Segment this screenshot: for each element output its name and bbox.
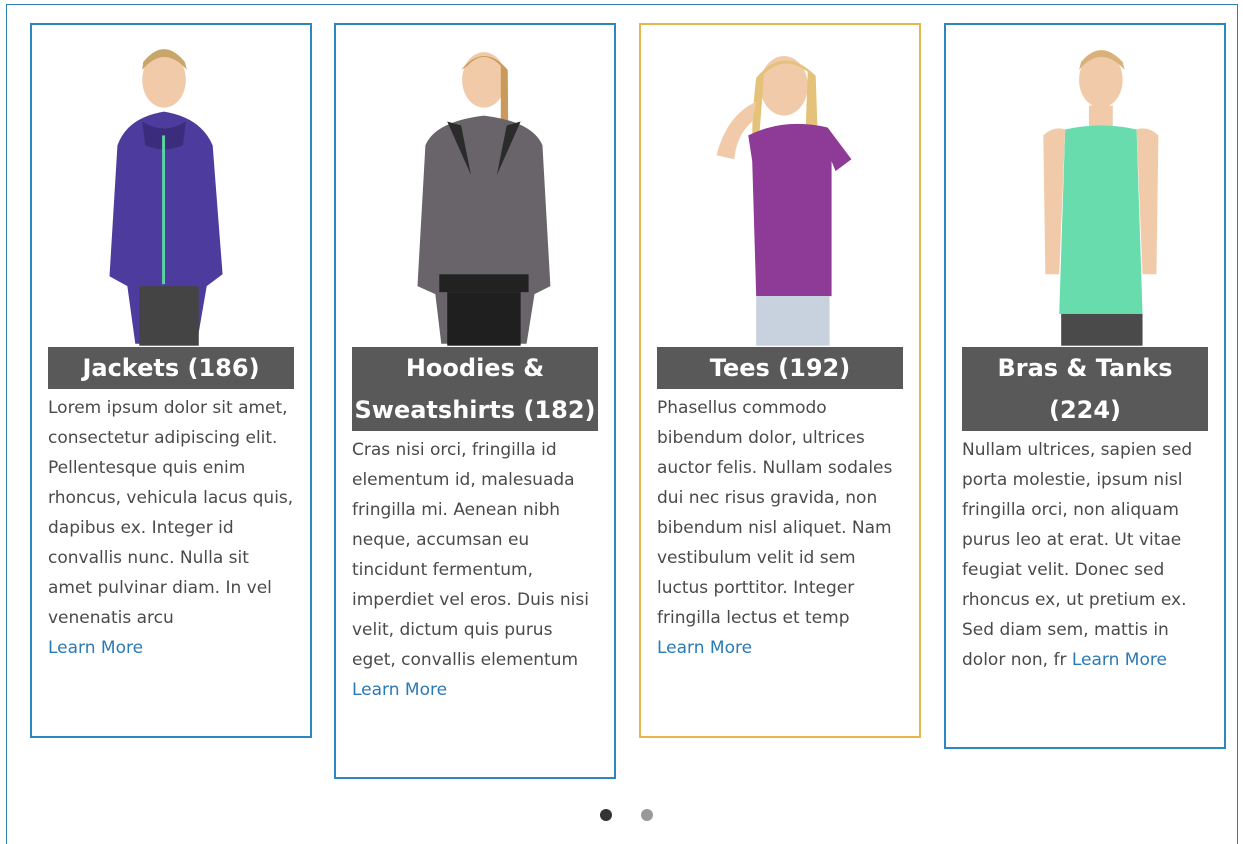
product-image[interactable] bbox=[657, 25, 903, 347]
category-description: Phasellus commodo bibendum dolor, ultric… bbox=[657, 398, 893, 658]
category-description: Cras nisi orci, fringilla id elementum i… bbox=[352, 440, 589, 700]
pagination-dot-1[interactable] bbox=[600, 809, 612, 821]
category-title: Tees (192) bbox=[657, 347, 903, 389]
product-image[interactable] bbox=[48, 25, 294, 347]
learn-more-link[interactable]: Learn More bbox=[657, 638, 752, 658]
category-title: Bras & Tanks (224) bbox=[962, 347, 1208, 431]
category-card-tees[interactable]: Tees (192) Phasellus commodo bibendum do… bbox=[639, 23, 921, 738]
product-image[interactable] bbox=[962, 25, 1208, 347]
woman-gray-hoodie-image bbox=[417, 52, 551, 346]
woman-purple-jacket-image bbox=[109, 49, 223, 346]
category-title: Jackets (186) bbox=[48, 347, 294, 389]
category-description: Nullam ultrices, sapien sed porta molest… bbox=[962, 440, 1193, 670]
pagination-dot-2[interactable] bbox=[641, 809, 653, 821]
product-image[interactable] bbox=[352, 25, 598, 347]
category-title: Hoodies & Sweatshirts (182) bbox=[352, 347, 598, 431]
learn-more-link[interactable]: Learn More bbox=[1072, 650, 1167, 670]
category-description: Lorem ipsum dolor sit amet, consectetur … bbox=[48, 398, 294, 658]
category-card-bras-tanks[interactable]: Bras & Tanks (224) Nullam ultrices, sapi… bbox=[944, 23, 1226, 749]
woman-mint-tank-image bbox=[1043, 50, 1159, 346]
category-card-hoodies[interactable]: Hoodies & Sweatshirts (182) Cras nisi or… bbox=[334, 23, 616, 779]
category-card-jackets[interactable]: Jackets (186) Lorem ipsum dolor sit amet… bbox=[30, 23, 312, 738]
woman-purple-tee-image bbox=[716, 56, 852, 346]
learn-more-link[interactable]: Learn More bbox=[352, 680, 447, 700]
learn-more-link[interactable]: Learn More bbox=[48, 638, 143, 658]
